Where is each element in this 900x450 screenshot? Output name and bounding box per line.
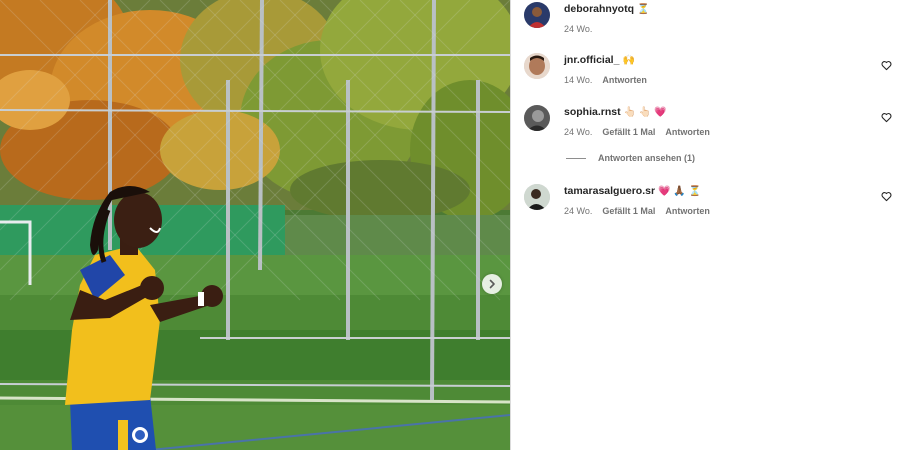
heart-icon[interactable]: [881, 112, 892, 123]
avatar[interactable]: [524, 2, 550, 28]
heart-icon[interactable]: [881, 60, 892, 71]
comment-text: 💗 🙏🏾 ⏳: [658, 186, 701, 197]
comments-panel: deborahnyotq ⏳ 24 Wo. jnr.official_ 🙌 14 W…: [511, 0, 900, 450]
comment-username[interactable]: jnr.official_: [564, 54, 619, 66]
reply-button[interactable]: Antworten: [665, 206, 710, 216]
avatar[interactable]: [524, 53, 550, 79]
likes-count[interactable]: Gefällt 1 Mal: [602, 127, 655, 137]
soccer-player-photo: [0, 0, 510, 450]
comment-time[interactable]: 24 Wo.: [564, 127, 592, 137]
view-replies-button[interactable]: Antworten ansehen (1): [566, 153, 695, 163]
avatar[interactable]: [524, 184, 550, 210]
avatar[interactable]: [524, 105, 550, 131]
comment-username[interactable]: deborahnyotq: [564, 3, 634, 15]
comment-time[interactable]: 24 Wo.: [564, 24, 592, 34]
profile-photo-icon: [524, 53, 550, 79]
profile-photo-icon: [524, 184, 550, 210]
comment-text: ⏳: [637, 4, 650, 15]
replies-line: [566, 157, 586, 159]
view-replies-label: Antworten ansehen (1): [598, 153, 696, 163]
heart-icon[interactable]: [881, 191, 892, 202]
next-image-button[interactable]: [482, 274, 502, 294]
comment-username[interactable]: sophia.rnst: [564, 106, 621, 118]
reply-button[interactable]: Antworten: [602, 75, 647, 85]
comment-username[interactable]: tamarasalguero.sr: [564, 185, 655, 197]
chevron-right-icon: [489, 279, 495, 289]
comment-text: 🙌: [622, 55, 635, 66]
profile-photo-icon: [524, 105, 550, 131]
comment-text: 👆🏻 👆🏻 💗: [623, 107, 667, 118]
comment-time[interactable]: 14 Wo.: [564, 75, 592, 85]
reply-button[interactable]: Antworten: [665, 127, 710, 137]
likes-count[interactable]: Gefällt 1 Mal: [602, 206, 655, 216]
post-photo: [0, 0, 510, 450]
profile-photo-icon: [524, 2, 550, 28]
comment-time[interactable]: 24 Wo.: [564, 206, 592, 216]
